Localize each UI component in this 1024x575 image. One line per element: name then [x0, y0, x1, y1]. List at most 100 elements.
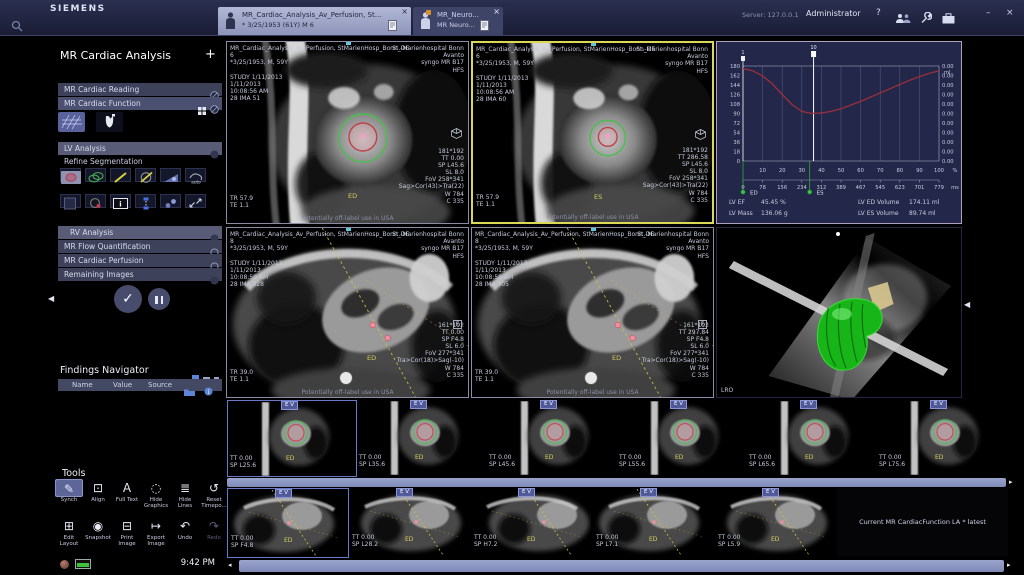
segmentation-3d-view[interactable]: LRO [716, 227, 962, 398]
filmstrip-scrollbar-2[interactable] [239, 560, 1004, 572]
phase-label: ED [286, 455, 294, 462]
workflow-remaining-images[interactable]: Remaining Images [58, 268, 222, 281]
resize-handle-icon[interactable] [591, 228, 596, 231]
fill-square-icon[interactable] [60, 194, 81, 208]
tool-export-image[interactable]: ↦Export Image [142, 517, 170, 547]
briefcase-icon[interactable] [942, 9, 955, 28]
tool-print-image[interactable]: ⊟Print Image [113, 517, 141, 547]
add-workflow-button[interactable]: + [205, 47, 216, 62]
filmstrip-thumbnail[interactable]: E VTT 0.00SP L75.6ED [877, 400, 1007, 477]
thumbnail-image[interactable] [773, 401, 853, 475]
tool-snapshot[interactable]: ◉Snapshot [84, 517, 112, 541]
ventricle-edit-button[interactable] [96, 112, 123, 132]
filmstrip-thumbnail[interactable]: E VTT 0.00SP L7.1ED [593, 488, 715, 558]
points-icon[interactable] [160, 194, 181, 208]
resize-arrows-icon[interactable] [185, 194, 206, 208]
filmstrip-thumbnail[interactable]: E VTT 0.00SP L35.6ED [357, 400, 487, 477]
scroll-left-arrow[interactable]: ◂ [228, 561, 232, 569]
info-icon[interactable]: i [204, 381, 213, 400]
search-icon[interactable] [11, 17, 23, 36]
filmstrip-thumbnail[interactable]: E VTT 0.00SP F4.8ED [227, 488, 349, 558]
layout-grid-icon[interactable] [198, 100, 206, 119]
tt-value: TT 0.00 [489, 454, 515, 461]
workflow-mr-cardiac-function[interactable]: MR Cardiac Function [58, 97, 222, 110]
thumbnail-image[interactable] [513, 401, 593, 475]
filmstrip-scrollbar-1[interactable] [227, 478, 1006, 487]
resize-handle-icon[interactable] [591, 43, 596, 46]
filmstrip-thumbnail[interactable]: E VTT 0.00SP L65.6ED [747, 400, 877, 477]
mesh-view-button[interactable] [58, 112, 85, 132]
filmstrip-thumbnail[interactable]: E VTT 0.00SP H7.2ED [471, 488, 593, 558]
patient-tab-1[interactable]: MR_Cardiac_Analysis_Av_Perfusion, St...*… [218, 7, 411, 35]
accept-button[interactable]: ✓ [114, 285, 142, 313]
viewport-4[interactable]: MR_Cardiac_Analysis_Av_Perfusion, StMari… [471, 227, 714, 398]
toggle-icon[interactable] [210, 270, 219, 289]
tool-reset-timepo-[interactable]: ↺Reset Timepo... [200, 479, 228, 509]
thumbnail-image[interactable] [903, 401, 983, 475]
section-lv-analysis[interactable]: LV Analysis [58, 142, 222, 155]
viewport-2[interactable]: MR_Cardiac_Analysis_Av_Perfusion, StMari… [471, 41, 714, 224]
tool-edit-layout[interactable]: ⊞Edit Layout [55, 517, 83, 547]
tool-hide-graphics[interactable]: ◌Hide Graphics [142, 479, 170, 509]
document-icon[interactable] [388, 16, 397, 35]
tool-undo[interactable]: ↶Undo [171, 517, 199, 541]
workflow-mr-flow-quantification[interactable]: MR Flow Quantification [58, 240, 222, 253]
info-box-icon[interactable]: i [110, 194, 131, 208]
tool-hide-lines[interactable]: ≣Hide Lines [171, 479, 199, 509]
overlay-line: SP L45.6 [399, 162, 464, 169]
toggle-icon[interactable] [210, 144, 219, 163]
patient-tab-2[interactable]: MR_Neuro...MR Neuro...× [413, 7, 503, 35]
phase-badge: E V [800, 400, 817, 409]
tool-icon: A [113, 479, 141, 497]
close-tab-icon[interactable]: × [493, 7, 500, 17]
workflow-mr-cardiac-reading[interactable]: MR Cardiac Reading [58, 83, 222, 96]
scroll-right-arrow[interactable]: ▸ [1007, 561, 1011, 569]
auto-contour-icon[interactable]: auto [185, 168, 206, 182]
viewport-1[interactable]: MR_Cardiac_Analysis_Av_Perfusion, StMari… [226, 41, 469, 224]
user-menu[interactable]: Administrator [806, 9, 861, 18]
close-button[interactable]: × [1006, 8, 1014, 18]
thumbnail-image[interactable] [383, 401, 463, 475]
section-rv-analysis[interactable]: RV Analysis [58, 226, 222, 239]
scroll-right-arrow[interactable]: ▸ [1009, 478, 1013, 486]
filmstrip-thumbnail[interactable]: E VTT 0.00SP L25.6ED [227, 400, 357, 477]
pause-button[interactable] [148, 288, 170, 310]
resize-handle-icon[interactable] [346, 42, 351, 45]
thumbnail-image[interactable] [643, 401, 723, 475]
roi-green-icon[interactable] [85, 168, 106, 182]
tool-align[interactable]: ⊡Align [84, 479, 112, 503]
angle-tool-icon[interactable] [160, 168, 181, 182]
thumbnail-image[interactable] [254, 402, 334, 476]
pen-circle-icon[interactable] [135, 168, 156, 182]
column-value[interactable]: Value [113, 381, 132, 389]
users-icon[interactable] [896, 9, 911, 28]
collapse-panel-arrow[interactable]: ◀ [48, 294, 54, 303]
droplet-icon[interactable] [85, 194, 106, 208]
column-name[interactable]: Name [72, 381, 93, 389]
folder-icon[interactable] [184, 381, 195, 400]
volume-time-chart[interactable]: 018365472901081261441621800.000.000.000.… [717, 42, 961, 198]
viewport-3[interactable]: MR_Cardiac_Analysis_Av_Perfusion, StMari… [226, 227, 469, 398]
tool-synch[interactable]: ✎Synch [55, 479, 83, 503]
toggle-icon[interactable] [210, 99, 219, 118]
document-icon[interactable] [480, 16, 489, 35]
minimize-button[interactable]: – [986, 8, 991, 18]
resize-handle-icon[interactable] [346, 228, 351, 231]
pen-icon[interactable] [110, 168, 131, 182]
overlay-line: syngo MR B17 [637, 245, 709, 252]
help-icon[interactable]: ? [876, 8, 881, 18]
workflow-mr-cardiac-perfusion[interactable]: MR Cardiac Perfusion [58, 254, 222, 267]
filmstrip-thumbnail[interactable]: E VTT 0.00SP L28.2ED [349, 488, 471, 558]
volume-curve-panel[interactable]: 018365472901081261441621800.000.000.000.… [716, 41, 962, 224]
config-wrench-icon[interactable] [920, 9, 932, 28]
filmstrip-thumbnail[interactable]: E VTT 0.00SP L5.9ED [715, 488, 837, 558]
filmstrip-thumbnail[interactable]: E VTT 0.00SP L45.6ED [487, 400, 617, 477]
collapse-right-arrow[interactable]: ◀ [964, 300, 970, 309]
filmstrip-thumbnail[interactable]: E VTT 0.00SP L55.6ED [617, 400, 747, 477]
findings-table-header[interactable]: Name Value Source i [58, 379, 222, 391]
column-source[interactable]: Source [148, 381, 172, 389]
axis-markers-icon[interactable] [135, 194, 156, 208]
roi-red-icon[interactable] [60, 168, 81, 182]
tool-full-text[interactable]: AFull Text [113, 479, 141, 503]
close-tab-icon[interactable]: × [401, 7, 408, 17]
